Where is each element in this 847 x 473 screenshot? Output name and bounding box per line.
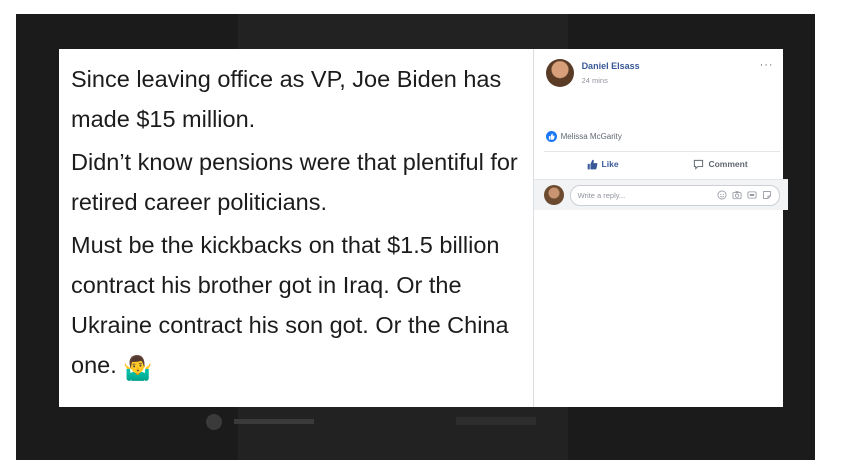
- reply-input[interactable]: Write a reply...: [569, 185, 780, 206]
- comment-icon: [694, 159, 704, 170]
- sticker-icon[interactable]: [762, 189, 773, 200]
- background-avatar: [206, 414, 222, 430]
- screenshot-card: Since leaving office as VP, Joe Biden ha…: [59, 49, 788, 407]
- post-paragraph-1: Since leaving office as VP, Joe Biden ha…: [71, 66, 502, 132]
- comment-label: Comment: [708, 159, 748, 169]
- gif-icon[interactable]: [747, 189, 758, 200]
- facebook-comment-panel: Daniel Elsass 24 mins ··· Melissa McGari…: [532, 49, 788, 407]
- reply-avatar: [543, 185, 564, 205]
- liked-by-name: Melissa McGarity: [560, 131, 622, 141]
- action-bar: Like Comment: [543, 151, 780, 176]
- background-icons: [456, 417, 536, 425]
- comment-header: Daniel Elsass 24 mins ···: [545, 59, 776, 89]
- thumbs-up-icon: [587, 159, 597, 169]
- post-text: Since leaving office as VP, Joe Biden ha…: [59, 49, 533, 407]
- shrug-emoji-icon: 🤷‍♂️: [123, 355, 153, 381]
- camera-icon[interactable]: [732, 189, 743, 200]
- author-name[interactable]: Daniel Elsass: [582, 61, 640, 71]
- like-label: Like: [601, 159, 619, 169]
- reply-tools: [717, 189, 773, 200]
- comment-button[interactable]: Comment: [662, 152, 780, 176]
- like-button[interactable]: Like: [544, 152, 662, 176]
- timestamp[interactable]: 24 mins: [582, 76, 608, 85]
- avatar[interactable]: [545, 59, 574, 87]
- background-comment-row: [206, 414, 546, 430]
- like-icon: [545, 130, 557, 142]
- reply-placeholder: Write a reply...: [577, 191, 626, 200]
- post-paragraph-2: Didn’t know pensions were that plentiful…: [71, 149, 518, 215]
- post-paragraph-3: Must be the kickbacks on that $1.5 billi…: [71, 225, 533, 388]
- likes-summary[interactable]: Melissa McGarity: [545, 129, 622, 143]
- background-line: [234, 419, 314, 424]
- reply-box: Write a reply...: [533, 179, 788, 210]
- emoji-icon[interactable]: [717, 189, 728, 200]
- more-icon[interactable]: ···: [760, 59, 774, 71]
